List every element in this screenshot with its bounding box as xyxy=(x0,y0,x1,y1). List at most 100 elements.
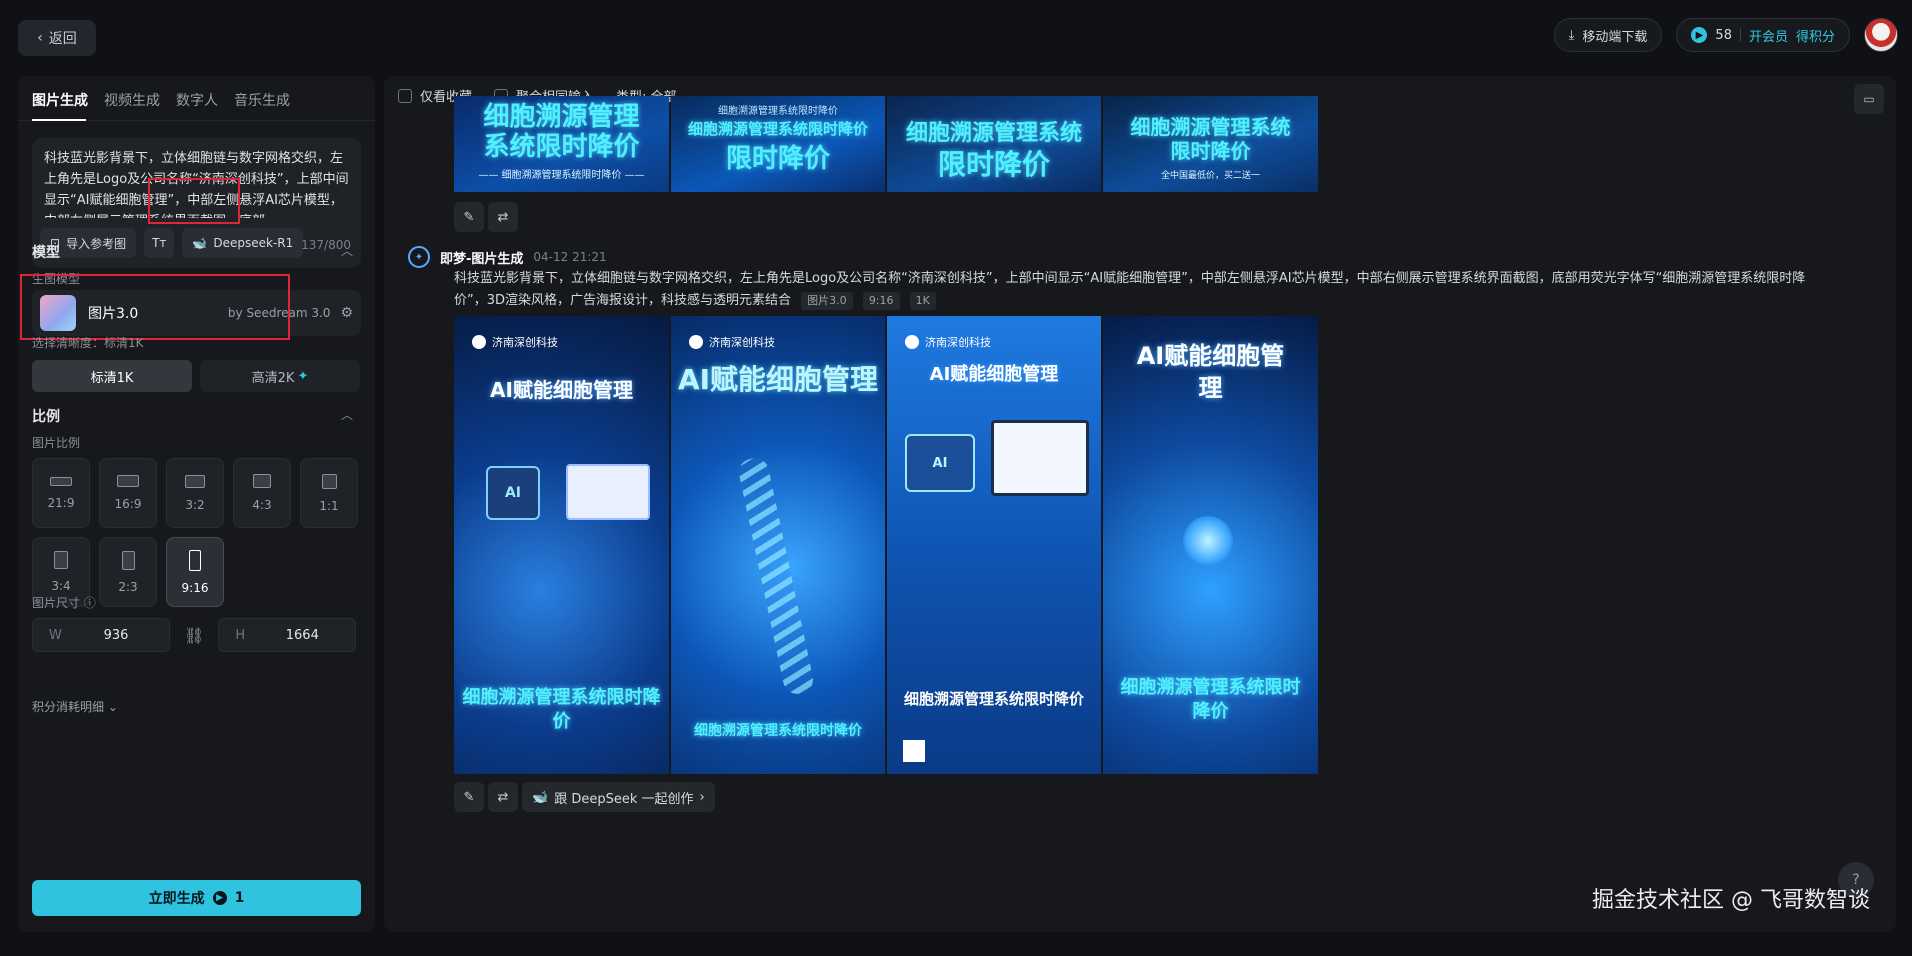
generation-tabs: 图片生成 视频生成 数字人 音乐生成 xyxy=(32,90,290,110)
result-thumbnail[interactable]: 细胞溯源管理系统 限时降价 xyxy=(887,96,1101,192)
mobile-download-button[interactable]: ⤓ 移动端下载 xyxy=(1553,18,1663,52)
cost-detail-toggle[interactable]: 积分消耗明细 ⌄ xyxy=(32,698,118,715)
divider xyxy=(1739,28,1741,42)
sliders-icon[interactable]: ⚙ xyxy=(340,305,353,321)
ratio-2-3[interactable]: 2:3 xyxy=(99,537,157,607)
ratio-label: 图片比例 xyxy=(32,436,81,450)
quality-1k-button[interactable]: 标清1K xyxy=(32,360,192,392)
dna-helix-graphic xyxy=(736,455,816,697)
ratio-3-2[interactable]: 3:2 xyxy=(166,458,224,528)
height-field[interactable]: H 1664 xyxy=(218,618,357,652)
brand-logo-icon xyxy=(689,335,703,349)
chevron-up-icon[interactable]: ︿ xyxy=(341,406,353,423)
create-with-deepseek-button[interactable]: 🐋 跟 DeepSeek 一起创作 › xyxy=(522,782,715,812)
tag-resolution: 1K xyxy=(909,292,936,310)
regenerate-icon[interactable]: ⇄ xyxy=(488,782,518,812)
earn-credits-link[interactable]: 得积分 xyxy=(1796,26,1835,45)
top-right-actions: ⤓ 移动端下载 ▶ 58 开会员 得积分 xyxy=(1553,18,1898,52)
whale-icon: 🐋 xyxy=(192,236,208,250)
ratio-shape-icon xyxy=(189,549,201,571)
ratio-9-16[interactable]: 9:16 xyxy=(166,537,224,607)
ratio-shape-icon xyxy=(54,551,68,569)
ai-chip-graphic: AI xyxy=(486,466,540,520)
text-format-button[interactable]: Tт xyxy=(144,228,175,258)
ratio-grid: 21:9 16:9 3:2 4:3 1:1 3:4 2:3 9:16 xyxy=(32,458,358,607)
generation-source: 即梦-图片生成 xyxy=(440,251,524,267)
generate-button[interactable]: 立即生成 ▶ 1 xyxy=(32,880,361,916)
back-label: 返回 xyxy=(48,31,77,47)
sidebar: 图片生成 视频生成 数字人 音乐生成 科技蓝光影背景下，立体细胞链与数字网格交织… xyxy=(18,76,375,932)
generation-time: 04-12 21:21 xyxy=(533,250,607,264)
cell-sphere-graphic xyxy=(1183,516,1233,566)
text-icon: Tт xyxy=(152,236,167,250)
poster-brand: 济南深创科技 xyxy=(472,334,558,350)
back-button[interactable]: ‹ 返回 xyxy=(18,20,96,56)
chevron-up-icon[interactable]: ︿ xyxy=(341,242,353,259)
ratio-16-9[interactable]: 16:9 xyxy=(99,458,157,528)
tag-model: 图片3.0 xyxy=(801,292,853,310)
regenerate-icon[interactable]: ⇄ xyxy=(488,202,518,232)
checkbox[interactable] xyxy=(398,88,412,103)
generated-image[interactable]: AI赋能细胞管理 细胞溯源管理系统限时降价 xyxy=(1103,316,1318,774)
result-thumbnail[interactable]: 细胞溯源管理系统限时降价 细胞溯源管理系统限时降价 限时降价 xyxy=(671,96,885,192)
generated-image[interactable]: 济南深创科技 AI赋能细胞管理 AI 细胞溯源管理系统限时降价 xyxy=(887,316,1101,774)
edit-icon[interactable]: ✎ xyxy=(454,782,484,812)
tab-music-generation[interactable]: 音乐生成 xyxy=(234,90,290,110)
tab-digital-human[interactable]: 数字人 xyxy=(176,90,218,110)
ai-chip-graphic: AI xyxy=(905,434,975,492)
chevron-left-icon: ‹ xyxy=(37,30,43,46)
qr-code-graphic xyxy=(903,740,925,762)
quality-options: 标清1K 高清2K ✦ xyxy=(32,360,360,392)
generated-image[interactable]: 济南深创科技 AI赋能细胞管理 细胞溯源管理系统限时降价 xyxy=(671,316,885,774)
chevron-right-icon: › xyxy=(699,789,705,805)
prompt-tools: ⊡ 导入参考图 Tт 🐋 Deepseek-R1 xyxy=(40,228,304,258)
ratio-1-1[interactable]: 1:1 xyxy=(300,458,358,528)
credits-pill[interactable]: ▶ 58 开会员 得积分 xyxy=(1676,18,1850,52)
vip-link[interactable]: 开会员 xyxy=(1749,26,1788,45)
poster-brand: 济南深创科技 xyxy=(905,334,991,350)
top-bar: ‹ 返回 ⤓ 移动端下载 ▶ 58 开会员 得积分 xyxy=(0,0,1912,76)
quality-label: 选择清晰度：标清1K xyxy=(32,336,144,350)
model-section-title: 模型 xyxy=(32,245,60,261)
size-label: 图片尺寸 ⓘ xyxy=(32,596,96,610)
ratio-section-title: 比例 xyxy=(32,409,60,425)
ratio-shape-icon xyxy=(121,550,135,570)
edit-icon[interactable]: ✎ xyxy=(454,202,484,232)
dashboard-screenshot-graphic xyxy=(566,464,650,520)
credit-icon: ▶ xyxy=(1691,27,1708,43)
ratio-shape-icon xyxy=(253,474,271,488)
jimeng-logo-icon: ✦ xyxy=(408,246,430,268)
folder-icon[interactable]: ▭ xyxy=(1854,84,1884,114)
highlight-box xyxy=(20,274,290,340)
avatar[interactable] xyxy=(1864,18,1898,52)
width-field[interactable]: W 936 xyxy=(32,618,170,652)
chevron-down-icon: ⌄ xyxy=(107,700,118,714)
generated-image[interactable]: 济南深创科技 AI赋能细胞管理 AI 细胞溯源管理系统限时降价 xyxy=(454,316,669,774)
info-icon: ⓘ xyxy=(83,596,96,610)
credit-icon: ▶ xyxy=(212,891,227,905)
quality-2k-button[interactable]: 高清2K ✦ xyxy=(200,360,360,392)
ratio-21-9[interactable]: 21:9 xyxy=(32,458,90,528)
ratio-shape-icon xyxy=(50,476,72,486)
tag-ratio: 9:16 xyxy=(862,292,900,310)
result-thumbnail[interactable]: 细胞溯源管理系统 限时降价 全中国最低价，买二送一 xyxy=(1103,96,1318,192)
link-icon[interactable]: ⛓ xyxy=(184,626,204,645)
size-row: W 936 ⛓ H 1664 xyxy=(32,618,357,652)
brand-logo-icon xyxy=(905,335,919,349)
ratio-4-3[interactable]: 4:3 xyxy=(233,458,291,528)
generation-header: ✦ 即梦-图片生成 04-12 21:21 xyxy=(408,246,607,268)
download-icon: ⤓ xyxy=(1568,27,1575,43)
ratio-shape-icon xyxy=(185,474,205,488)
results-panel: 仅看收藏 聚合相同输入 类型: 全部⌄ ▭ 细胞溯源管理 系统限时降价 —— 细… xyxy=(384,76,1896,932)
tab-image-generation[interactable]: 图片生成 xyxy=(32,90,88,110)
result-thumbnail[interactable]: 细胞溯源管理 系统限时降价 —— 细胞溯源管理系统限时降价 —— xyxy=(454,96,669,192)
tab-video-generation[interactable]: 视频生成 xyxy=(104,90,160,110)
tablet-dashboard-graphic xyxy=(991,420,1089,496)
credit-count: 58 xyxy=(1715,27,1732,43)
poster-brand: 济南深创科技 xyxy=(689,334,775,350)
deepseek-chip[interactable]: 🐋 Deepseek-R1 xyxy=(182,228,304,258)
ratio-shape-icon xyxy=(117,475,139,487)
generation-prompt: 科技蓝光影背景下，立体细胞链与数字网格交织，左上角先是Logo及公司名称“济南深… xyxy=(454,271,1806,310)
brand-logo-icon xyxy=(472,335,486,349)
sparkle-icon: ✦ xyxy=(297,368,309,384)
